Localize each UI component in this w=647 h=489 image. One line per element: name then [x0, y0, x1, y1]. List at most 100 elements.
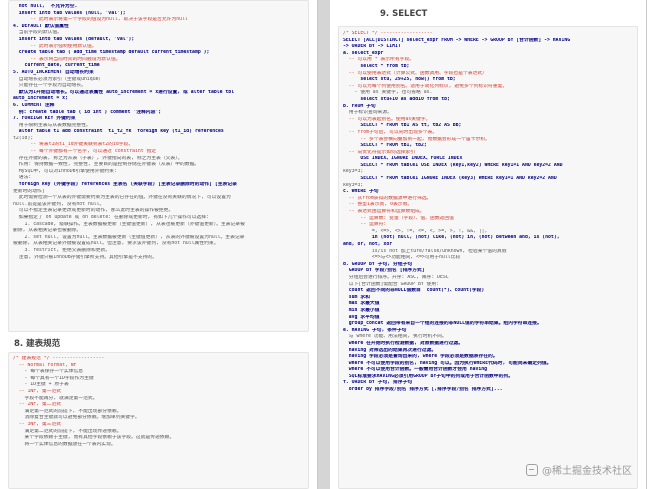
code-line: /* SELECT */ ------------------: [343, 31, 433, 36]
code-block-select: /* SELECT */ ------------------ SELECT [A…: [338, 26, 638, 489]
code-line: insert into tab values (null, 'val');: [13, 10, 126, 16]
code-line: =, <=>, <>, !=, <=, <, >=, >, !, &&, ||,: [343, 228, 488, 234]
code-line: 分组后会进行排序。升序: ASC, 降序: DESC: [343, 274, 449, 280]
code-line: -- 2NF, 第二范式: [13, 402, 62, 408]
code-line: 语法:: [13, 175, 32, 181]
code-line: group_concat 返回带有来自一个组的连接的非NULL值的字符串结果。组…: [343, 321, 542, 327]
code-line: 自动增长必须为索引（主键或unique）: [13, 76, 104, 82]
code-line: 4. DEFAULT 默认值属性: [13, 23, 69, 29]
code-line: -- 表示将当前时间的时间戳设为默认值。: [13, 56, 121, 62]
code-line: -- 可以为每个列使用别名。适用于简化列标识, 避免多个列标识符重复。: [343, 83, 508, 89]
code-line: -- 每个外键都有一个名字, 可以通过 constraint 指定: [13, 149, 157, 155]
code-line: 字段不能再分, 就满足第一范式。: [13, 395, 98, 401]
code-line: current_date, current_time: [13, 63, 100, 69]
code-line: 默认为1开始自动增长。可以通过表属性 auto_increment = x进行设…: [13, 89, 235, 95]
code-line: -- 可以为表起别名。使用as关键字。: [343, 116, 431, 122]
code-line: t2(id);: [13, 135, 34, 141]
code-line: -- 向优化符提示如何选择索引: [343, 149, 416, 155]
code-line: a. select_expr: [343, 50, 384, 56]
section-title-9: 9. SELECT: [380, 9, 428, 19]
code-line: 2. set null, 设置为null。主表数据被更新（主键值更新）, 从表的…: [13, 234, 245, 240]
code-line: max 求最大值: [343, 301, 380, 307]
code-line: 与 where 功能、用法相同, 执行时机不同。: [343, 334, 447, 340]
code-line: - 每个具有一个ID字段作为主键: [13, 375, 94, 381]
code-line: -- 从from获得的数据源中进行筛选。: [343, 195, 432, 201]
code-line: select stu+10 as add10 from tb;: [343, 96, 450, 102]
juejin-logo-icon: [526, 463, 538, 476]
watermark: @稀土掘金技术社区: [526, 462, 632, 477]
code-line: /* 建表规范 */ ------------------: [13, 356, 105, 361]
code-line: select stu, 29+25, now() from tb;: [343, 77, 456, 83]
code-line: SELECT * FROM tb1 AS tt, tb2 AS bb;: [343, 123, 462, 129]
code-line: 可以不指定主表记录更改或更新时的动作, 那么此时主表的操作被拒绝。: [13, 208, 174, 214]
code-line: 用于限制主表与从表数据完整性。: [13, 122, 91, 128]
code-line: SELECT [ALL|DISTINCT] select_expr FROM -…: [343, 37, 571, 43]
code-line: 例: create table tab ( id int ) comment '…: [13, 109, 162, 115]
code-line: 7. FOREIGN KEY 外键约束: [13, 116, 76, 122]
code-line: -- 将表t1的t1_id外键关联到表t2的id字段。: [13, 142, 134, 148]
code-line: 用于标识查询来源。: [343, 110, 392, 116]
code-line: 以下[合计函数]需配合 GROUP BY 使用:: [343, 281, 440, 287]
code-line: having 字段必须是查询出来的, where 字段必须是数据表存在的。: [343, 354, 498, 360]
code-line: -- Normal Format, NF: [13, 362, 77, 368]
code-line: -- 可以用 * 表示所有字段。: [343, 57, 415, 63]
code-line: where 不可以使用合计函数。一般需用合计函数才会用 having: [343, 367, 488, 373]
code-line: -- 此时表示强制使用默认值。: [13, 43, 97, 49]
code-line: -- 此时表示将第一个字段的值设为null, 取决于该字段是否允许为null: [13, 17, 188, 23]
code-line: insert into tab values (default, 'val');: [13, 36, 135, 42]
watermark-text: @稀土掘金技术社区: [542, 466, 632, 477]
code-line: in (not) null, (not) like, (not) in, (no…: [343, 235, 560, 241]
code-line: 注意, 外键只被InnoDB存储引擎所支持。其他引擎是不支持的。: [13, 254, 158, 260]
code-line: SELECT * FROM tb1, tb2;: [343, 143, 427, 149]
code-block-table-norms: /* 建表规范 */ ------------------ -- Normal …: [8, 352, 309, 489]
code-line: d. GROUP BY 子句, 分组子句: [343, 261, 413, 267]
code-line: alter table t1 add constraint `t1_t2_fk`…: [13, 129, 224, 135]
code-line: 满足第一范式的前提下, 不能出现部分依赖。: [13, 408, 122, 414]
code-block-constraints: not null, 不允许为空. insert into tab values …: [8, 0, 309, 332]
code-line: -- 运算符:: [343, 222, 387, 228]
code-line: create table tab ( add_time timestamp de…: [13, 50, 210, 56]
code-line: -- from子句后, 可以同时出现多个表。: [343, 129, 438, 135]
code-line: f. ORDER BY 子句, 排序子句: [343, 380, 413, 386]
code-line: avg 求平均值: [343, 314, 380, 320]
code-line: 如果指定了 on update 或 on delete: 在删除或更新时, 有如…: [13, 215, 209, 220]
code-line: GROUP BY 字段/别名 [排序方式]: [343, 268, 425, 274]
code-line: e. HAVING 子句, 条件子句: [343, 327, 407, 333]
code-line: order by 排序字段/别名 排序方式 [,排序字段/别名 排序方式]...: [343, 387, 503, 393]
code-line: - 使用 as 关键字, 也可省略 as.: [343, 90, 433, 96]
code-line: 消除复合主键就可以避免部分依赖。增加单列关键字。: [13, 415, 140, 421]
code-line: sum 求和: [343, 294, 370, 300]
code-line: auto_increment = x;: [13, 96, 68, 102]
code-line: SELECT * FROM table1 IGNORE INDEX (key3)…: [343, 176, 557, 182]
code-line: not null, 不允许为空.: [13, 4, 78, 9]
code-line: null.前提是该外键列, 没有not null。: [13, 201, 105, 207]
code-line: min 求最小值: [343, 307, 380, 313]
code-line: 删除, 从表相关记录也被删除。: [13, 228, 82, 234]
code-line: key3=3;: [343, 169, 364, 175]
code-line: c. WHERE 子句: [343, 189, 379, 195]
code-line: key3=3;: [343, 182, 364, 188]
code-line: 存在外键的表, 称之为从表（子表）, 外键指向的表, 称之为主表（父表）。: [13, 155, 183, 161]
code-line: 将一个实体信息的数据放在一个表内实现。: [13, 441, 116, 447]
code-line: -- 1NF, 第一范式: [13, 388, 62, 394]
code-line: 满足第二范式的前提下, 不能出现传递依赖。: [13, 428, 122, 434]
code-line: -- 多个表会横向叠加到一起, 而数据会形成一个笛卡尔积。: [343, 136, 490, 142]
code-line: count 返回不同的非NULL值数目 count(*)、count(字段): [343, 288, 485, 294]
code-line: SQL标准要求HAVING必须引用GROUP BY子句中的列或用于合计函数中的列…: [343, 373, 513, 379]
code-line: 更新时的动作]: [13, 188, 45, 194]
code-line: select * from tb;: [343, 63, 410, 69]
code-line: 1. cascade, 级联操作。主表数据被更新（主键值更新）, 从表也被更新（…: [13, 221, 245, 227]
code-line: b. FROM 子句: [343, 103, 376, 109]
code-line: where 不可以使用字段的别名, having 可以。因为执行WHERE代码时…: [343, 360, 552, 366]
code-line: foreign key (外键字段) references 主表名 (关联字段)…: [13, 182, 237, 188]
code-line: 当前字段的默认值。: [13, 30, 62, 36]
code-line: where 在开始时执行检测数据, 对原数据进行过滤。: [343, 340, 464, 346]
document-page-left: not null, 不允许为空. insert into tab values …: [0, 0, 318, 489]
code-line: <=>与<>功能相同, <=>可用于null比较: [343, 255, 461, 261]
code-line: 3. restrict, 拒绝父表删除和更新。: [13, 247, 111, 253]
code-line: 某个字段依赖于主键, 而有其他字段依赖于该字段。这就是传递依赖。: [13, 435, 175, 441]
document-page-right: 9. SELECT /* SELECT */ -----------------…: [330, 0, 647, 489]
code-line: SELECT * FROM table1 USE INDEX (key1,key…: [343, 162, 563, 168]
code-line: is/is not 加上ture/false/unknown, 检验某个值的真假: [343, 248, 507, 254]
code-line: -- 3NF, 第三范式: [13, 421, 62, 427]
